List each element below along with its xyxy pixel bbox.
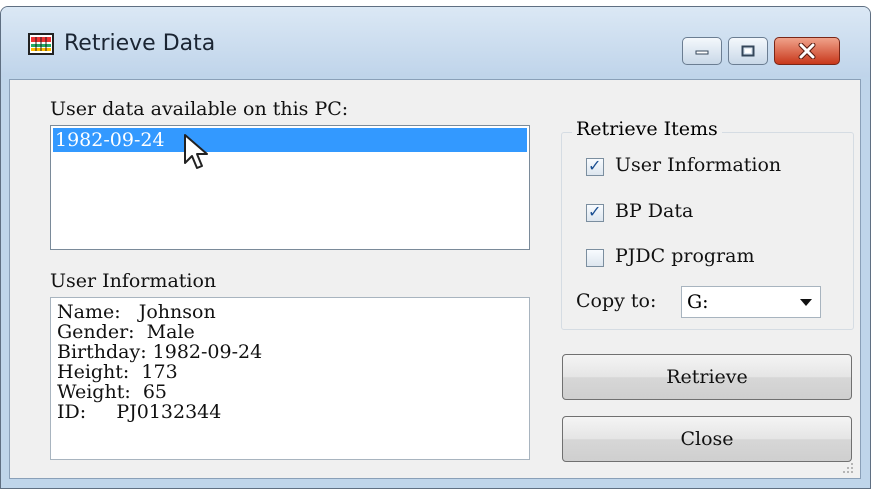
title-bar[interactable]: Retrieve Data: [1, 7, 870, 77]
close-button[interactable]: Close: [562, 416, 852, 462]
info-height: Height: 173: [57, 361, 178, 383]
resize-grip-icon[interactable]: [842, 462, 854, 474]
maximize-icon: [741, 45, 755, 57]
copy-to-dropdown[interactable]: G:: [681, 286, 821, 318]
retrieve-button[interactable]: Retrieve: [562, 354, 852, 400]
pjdc-program-checkbox[interactable]: [586, 249, 604, 267]
copy-to-value: G:: [687, 291, 709, 313]
info-gender: Gender: Male: [57, 321, 195, 343]
user-data-list[interactable]: 1982-09-24: [50, 125, 530, 250]
user-information-label: User Information: [50, 270, 217, 292]
user-information-checkbox-label[interactable]: User Information: [615, 154, 781, 176]
mouse-cursor-icon: [184, 134, 208, 169]
maximize-button[interactable]: [728, 37, 768, 65]
retrieve-data-window: Retrieve Data User data available on thi…: [0, 6, 871, 489]
close-window-button[interactable]: [774, 37, 840, 65]
info-birthday: Birthday: 1982-09-24: [57, 341, 263, 363]
dialog-client-area: User data available on this PC: 1982-09-…: [9, 79, 861, 479]
close-icon: [798, 43, 816, 59]
info-name: Name: Johnson: [57, 301, 216, 323]
app-icon: [28, 33, 54, 55]
user-data-label: User data available on this PC:: [50, 98, 349, 120]
copy-to-label: Copy to:: [576, 290, 657, 312]
window-title: Retrieve Data: [64, 31, 216, 56]
minimize-button[interactable]: [682, 37, 722, 65]
bp-data-checkbox-label[interactable]: BP Data: [615, 200, 693, 222]
chevron-down-icon[interactable]: [800, 299, 812, 306]
minimize-icon: [695, 50, 709, 55]
info-id: ID: PJ0132344: [57, 401, 222, 423]
user-information-checkbox[interactable]: [586, 156, 604, 176]
retrieve-items-title: Retrieve Items: [572, 118, 722, 140]
info-weight: Weight: 65: [57, 381, 167, 403]
user-information-box: Name: Johnson Gender: Male Birthday: 198…: [50, 297, 530, 460]
list-item[interactable]: 1982-09-24: [53, 128, 527, 152]
bp-data-checkbox[interactable]: [586, 202, 604, 222]
pjdc-program-checkbox-label[interactable]: PJDC program: [615, 245, 755, 267]
